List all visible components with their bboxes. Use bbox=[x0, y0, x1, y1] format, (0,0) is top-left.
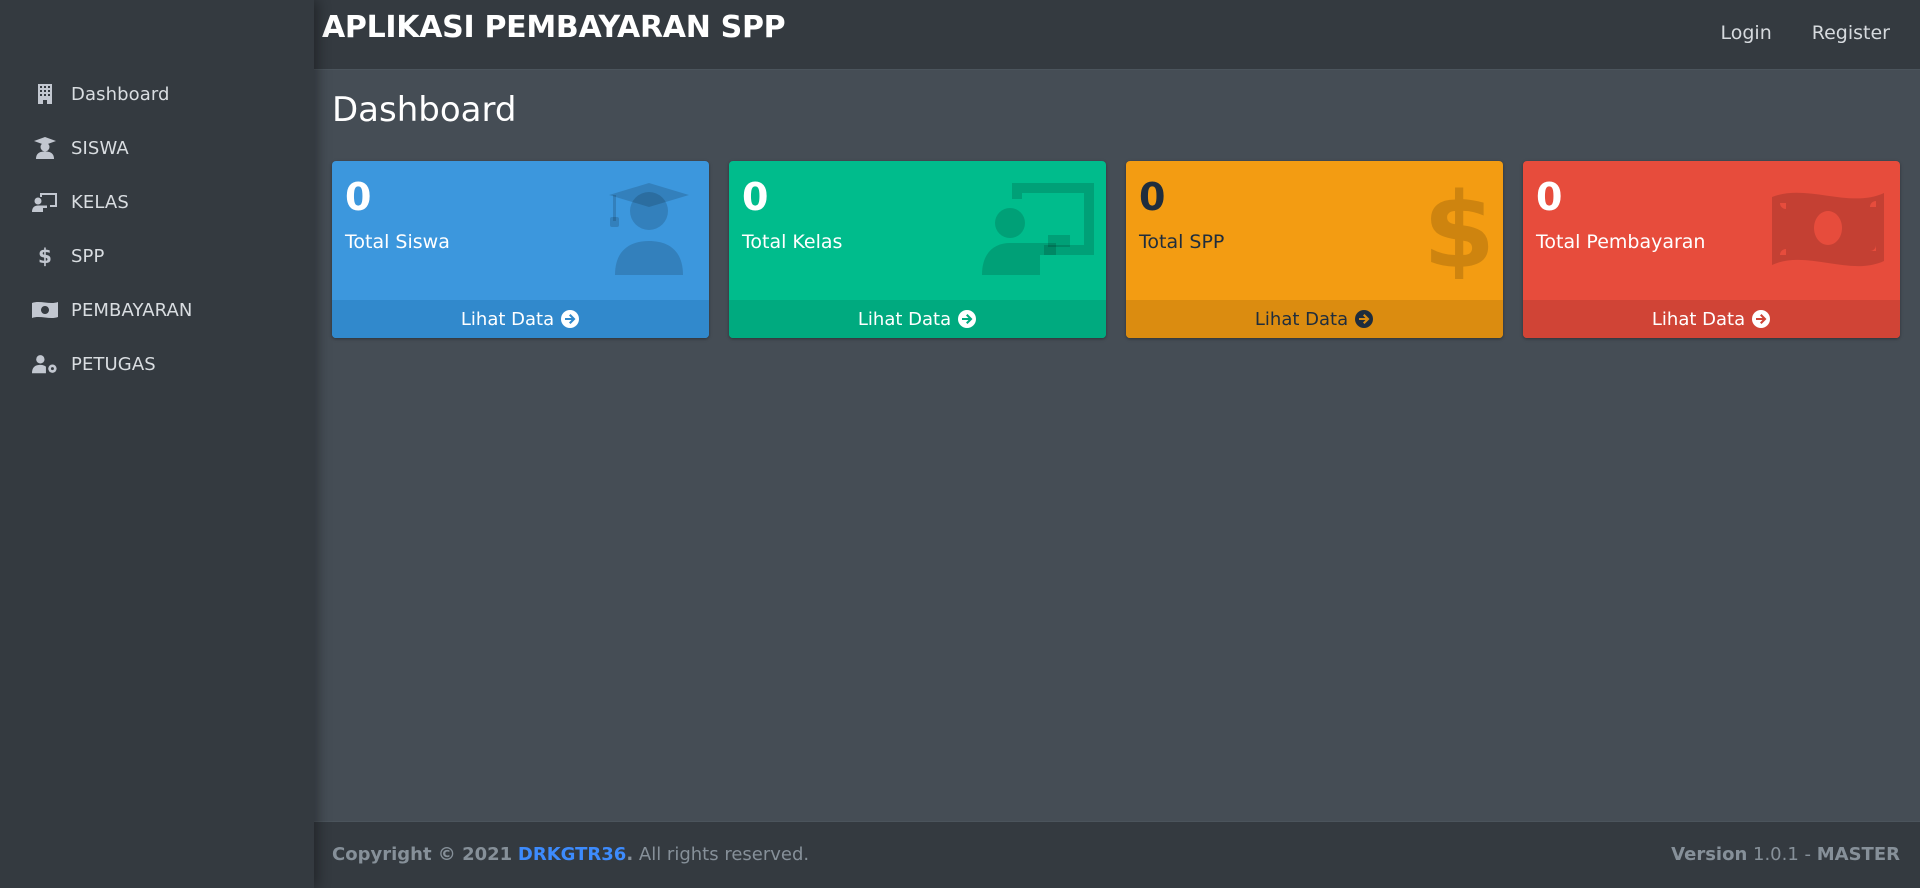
stat-box-total-spp: 0 Total SPP $ Lihat Data bbox=[1126, 161, 1503, 338]
chalkboard-teacher-icon bbox=[32, 190, 58, 214]
sidebar-item-label: PEMBAYARAN bbox=[71, 299, 193, 321]
app-title: APLIKASI PEMBAYARAN SPP bbox=[322, 10, 786, 45]
sidebar-item-siswa[interactable]: SISWA bbox=[0, 121, 314, 175]
user-graduate-icon bbox=[32, 136, 58, 160]
sidebar-item-label: PETUGAS bbox=[71, 353, 156, 375]
register-link[interactable]: Register bbox=[1812, 22, 1890, 44]
link-label: Lihat Data bbox=[460, 308, 555, 330]
page-title: Dashboard bbox=[332, 90, 517, 130]
rights-text: All rights reserved. bbox=[633, 844, 810, 865]
sidebar-item-label: Dashboard bbox=[71, 83, 170, 105]
svg-text:$: $ bbox=[1423, 179, 1489, 279]
page-footer: Copyright © 2021 DRKGTR36. All rights re… bbox=[314, 821, 1920, 888]
version-info: Version 1.0.1 - MASTER bbox=[1671, 844, 1900, 865]
top-navbar: APLIKASI PEMBAYARAN SPP Login Register bbox=[314, 0, 1920, 70]
svg-text:$: $ bbox=[38, 245, 52, 267]
sidebar-nav: Dashboard SISWA KELAS $ SPP PEMBAYARAN P… bbox=[0, 67, 314, 391]
lihat-data-link[interactable]: Lihat Data bbox=[1126, 300, 1503, 338]
sidebar-item-petugas[interactable]: PETUGAS bbox=[0, 337, 314, 391]
link-label: Lihat Data bbox=[1651, 308, 1746, 330]
user-cog-icon bbox=[32, 352, 58, 376]
sidebar-item-label: SISWA bbox=[71, 137, 129, 159]
sidebar-item-pembayaran[interactable]: PEMBAYARAN bbox=[0, 283, 314, 337]
version-label: Version bbox=[1671, 844, 1748, 865]
main-content: Dashboard 0 Total Siswa Lihat Data 0 Tot… bbox=[314, 71, 1920, 821]
sidebar: Dashboard SISWA KELAS $ SPP PEMBAYARAN P… bbox=[0, 0, 314, 888]
lihat-data-link[interactable]: Lihat Data bbox=[729, 300, 1106, 338]
sidebar-item-dashboard[interactable]: Dashboard bbox=[0, 67, 314, 121]
sidebar-item-spp[interactable]: $ SPP bbox=[0, 229, 314, 283]
sidebar-item-label: SPP bbox=[71, 245, 105, 267]
arrow-circle-right-icon bbox=[1752, 310, 1771, 328]
building-icon bbox=[32, 82, 58, 106]
version-value: 1.0.1 - bbox=[1747, 844, 1817, 865]
chalkboard-teacher-icon bbox=[982, 183, 1094, 275]
arrow-circle-right-icon bbox=[958, 310, 977, 328]
version-channel: MASTER bbox=[1816, 844, 1900, 865]
money-bill-icon bbox=[1772, 192, 1884, 267]
login-link[interactable]: Login bbox=[1721, 22, 1772, 44]
stat-boxes: 0 Total Siswa Lihat Data 0 Total Kelas L… bbox=[332, 161, 1900, 338]
money-bill-icon bbox=[32, 298, 58, 322]
sidebar-item-label: KELAS bbox=[71, 191, 129, 213]
stat-box-total-pembayaran: 0 Total Pembayaran Lihat Data bbox=[1523, 161, 1900, 338]
user-graduate-icon bbox=[609, 183, 689, 275]
dollar-sign-icon: $ bbox=[32, 244, 58, 268]
copyright-prefix: Copyright © 2021 bbox=[332, 844, 513, 865]
stat-box-total-siswa: 0 Total Siswa Lihat Data bbox=[332, 161, 709, 338]
dollar-sign-icon: $ bbox=[1423, 179, 1489, 279]
stat-box-total-kelas: 0 Total Kelas Lihat Data bbox=[729, 161, 1106, 338]
copyright: Copyright © 2021 DRKGTR36. All rights re… bbox=[332, 844, 809, 865]
link-label: Lihat Data bbox=[857, 308, 952, 330]
sidebar-item-kelas[interactable]: KELAS bbox=[0, 175, 314, 229]
arrow-circle-right-icon bbox=[1355, 310, 1374, 328]
lihat-data-link[interactable]: Lihat Data bbox=[332, 300, 709, 338]
lihat-data-link[interactable]: Lihat Data bbox=[1523, 300, 1900, 338]
author-link[interactable]: DRKGTR36 bbox=[518, 844, 626, 865]
link-label: Lihat Data bbox=[1254, 308, 1349, 330]
top-nav-links: Login Register bbox=[1721, 22, 1891, 44]
arrow-circle-right-icon bbox=[561, 310, 580, 328]
